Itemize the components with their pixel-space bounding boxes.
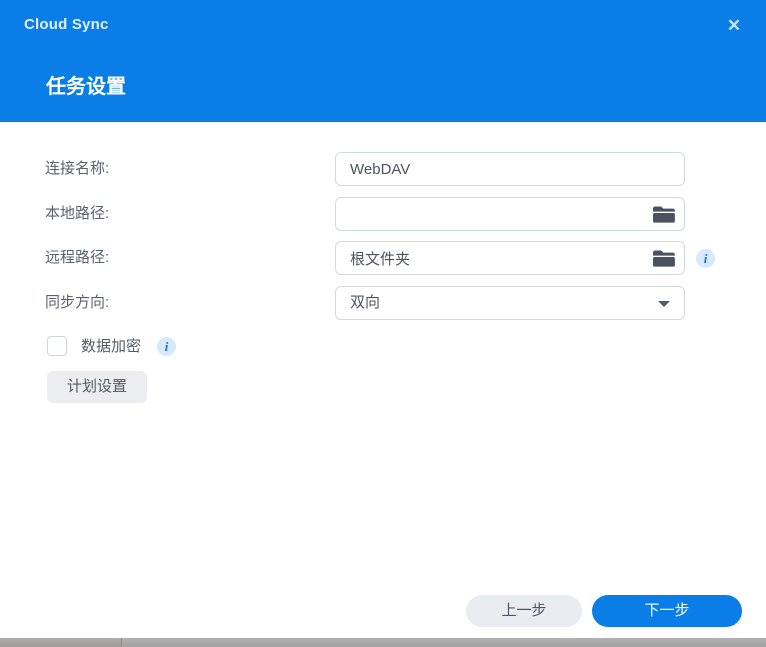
schedule-settings-button[interactable]: 计划设置 [47, 371, 147, 403]
encryption-row: 数据加密 i [0, 336, 766, 357]
sync-direction-label: 同步方向: [45, 294, 110, 311]
encryption-info-icon[interactable]: i [157, 337, 176, 356]
remote-path-input[interactable] [336, 242, 684, 274]
page-title: 任务设置 [46, 76, 126, 98]
sync-direction-row: 同步方向: 双向 [0, 286, 766, 320]
remote-path-field [335, 241, 685, 275]
folder-browse-icon[interactable] [653, 250, 675, 267]
remote-path-label: 远程路径: [45, 249, 110, 266]
remote-path-info-icon[interactable]: i [696, 249, 715, 268]
background-window-edge [0, 638, 766, 647]
close-icon[interactable]: ✕ [722, 14, 746, 38]
connection-name-field [335, 152, 685, 186]
sync-direction-select[interactable]: 双向 [335, 286, 685, 320]
local-path-row: 本地路径: [0, 197, 766, 231]
sync-direction-value: 双向 [350, 294, 381, 311]
chevron-down-icon [658, 301, 670, 307]
cloud-sync-dialog: Cloud Sync ✕ 任务设置 连接名称: 本地路径: 远程路径: [0, 0, 766, 647]
connection-name-input[interactable] [336, 153, 684, 185]
connection-name-label: 连接名称: [45, 160, 110, 177]
folder-browse-icon[interactable] [653, 206, 675, 223]
local-path-input[interactable] [336, 198, 684, 230]
next-button[interactable]: 下一步 [592, 595, 742, 627]
app-title: Cloud Sync [24, 16, 109, 33]
back-button[interactable]: 上一步 [466, 595, 582, 627]
connection-name-row: 连接名称: [0, 152, 766, 186]
remote-path-row: 远程路径: i [0, 241, 766, 275]
local-path-label: 本地路径: [45, 205, 110, 222]
local-path-field [335, 197, 685, 231]
encryption-checkbox[interactable] [47, 336, 67, 356]
dialog-header: Cloud Sync ✕ 任务设置 [0, 0, 766, 122]
background-window-edge-left [0, 638, 122, 647]
encryption-label: 数据加密 [81, 338, 142, 355]
